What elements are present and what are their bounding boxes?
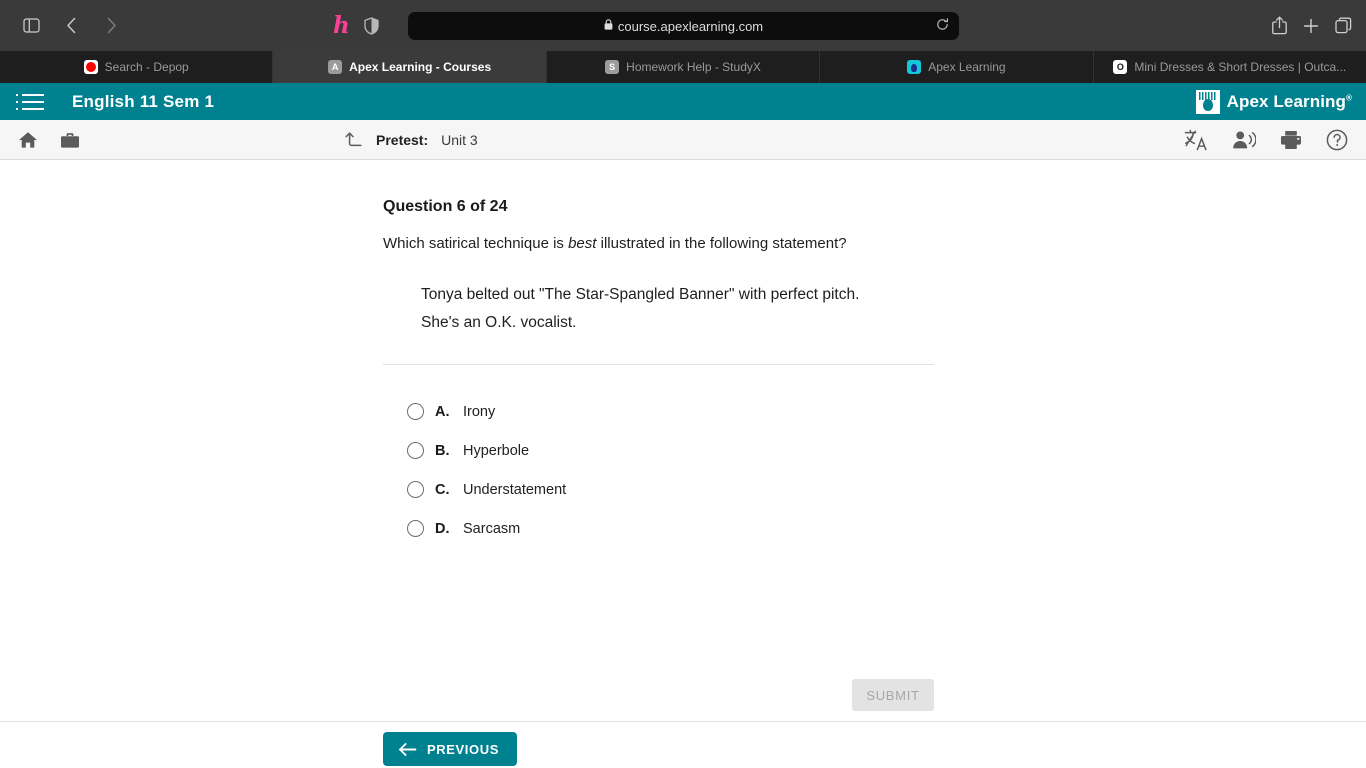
tab-strip: Search - Depop A Apex Learning - Courses…	[0, 51, 1366, 83]
browser-tab-1[interactable]: A Apex Learning - Courses	[273, 51, 547, 83]
question-stem-after: illustrated in the following statement?	[596, 235, 847, 252]
apexlogo-favicon-icon	[907, 60, 922, 74]
shield-extension-icon[interactable]	[364, 16, 379, 35]
option-text: Hyperbole	[463, 442, 530, 459]
answer-options-list: A. Irony B. Hyperbole C. Understatement …	[383, 392, 934, 548]
previous-button-label: PREVIOUS	[427, 741, 499, 757]
toolbar-left-actions	[18, 131, 80, 149]
browser-tab-3[interactable]: Apex Learning	[820, 51, 1094, 83]
breadcrumb: Pretest: Unit 3	[344, 131, 478, 148]
brand-trademark: ®	[1346, 92, 1352, 102]
previous-button[interactable]: PREVIOUS	[383, 732, 517, 766]
tab-label: Apex Learning - Courses	[349, 60, 492, 74]
toolbar-right-actions	[1184, 129, 1348, 151]
browser-toolbar: h course.apexlearning.com	[0, 0, 1366, 51]
sidebar-toggle-icon[interactable]	[14, 11, 48, 41]
apex-learning-logo: Apex Learning®	[1195, 89, 1352, 114]
browser-tab-0[interactable]: Search - Depop	[0, 51, 274, 83]
option-text: Irony	[463, 403, 496, 420]
question-quote: Tonya belted out "The Star-Spangled Bann…	[421, 286, 860, 331]
tab-label: Apex Learning	[928, 60, 1006, 74]
share-icon[interactable]	[1272, 11, 1287, 41]
question-stem-emphasis: best	[568, 235, 597, 252]
browser-tab-4[interactable]: O Mini Dresses & Short Dresses | Outca..…	[1094, 51, 1366, 83]
lock-icon	[604, 19, 613, 33]
arrow-left-icon	[398, 742, 417, 757]
studyx-favicon-icon: S	[605, 60, 620, 74]
read-aloud-icon[interactable]	[1232, 130, 1256, 150]
question-divider	[383, 364, 934, 366]
print-icon[interactable]	[1280, 130, 1302, 150]
apex-favicon-icon: A	[328, 60, 343, 74]
address-bar-url: course.apexlearning.com	[617, 18, 764, 34]
honey-extension-icon[interactable]: h	[333, 14, 350, 37]
outca-favicon-icon: O	[1113, 60, 1128, 74]
answer-option-a[interactable]: A. Irony	[383, 392, 934, 431]
depop-favicon-icon	[83, 60, 98, 74]
radio-button-c[interactable]	[407, 481, 424, 499]
browser-tab-2[interactable]: S Homework Help - StudyX	[547, 51, 821, 83]
question-stem-before: Which satirical technique is	[383, 235, 569, 252]
submit-row: SUBMIT	[383, 679, 934, 711]
option-text: Sarcasm	[463, 520, 521, 537]
tab-label: Search - Depop	[104, 60, 189, 74]
option-letter: C.	[435, 481, 450, 498]
tab-overview-icon[interactable]	[1335, 11, 1352, 41]
answer-option-d[interactable]: D. Sarcasm	[383, 509, 934, 548]
briefcase-icon[interactable]	[60, 131, 80, 149]
new-tab-icon[interactable]	[1303, 11, 1319, 41]
answer-option-b[interactable]: B. Hyperbole	[383, 431, 934, 470]
help-icon[interactable]	[1326, 129, 1348, 151]
extension-icons: h	[333, 14, 379, 37]
home-icon[interactable]	[18, 131, 38, 149]
course-toolbar: Pretest: Unit 3	[0, 120, 1366, 160]
apex-brand-mark-icon	[1195, 89, 1220, 114]
up-level-arrow-icon[interactable]	[344, 131, 363, 148]
tab-label: Mini Dresses & Short Dresses | Outca...	[1134, 60, 1347, 74]
option-letter: A.	[435, 403, 450, 420]
browser-right-actions	[1272, 11, 1352, 41]
hamburger-menu-icon[interactable]	[16, 93, 44, 110]
reload-icon[interactable]	[936, 18, 949, 34]
question-stem: Which satirical technique is best illust…	[383, 233, 934, 254]
answer-option-c[interactable]: C. Understatement	[383, 470, 934, 509]
back-icon[interactable]	[54, 11, 88, 41]
question-panel: Question 6 of 24 Which satirical techniq…	[383, 198, 934, 548]
breadcrumb-label: Pretest:	[376, 131, 429, 148]
brand-name: Apex Learning	[1226, 91, 1346, 111]
option-letter: B.	[435, 442, 450, 459]
radio-button-d[interactable]	[407, 520, 424, 538]
submit-button[interactable]: SUBMIT	[852, 679, 934, 711]
page-title: English 11 Sem 1	[72, 91, 215, 111]
address-bar[interactable]: course.apexlearning.com	[408, 12, 959, 40]
translate-icon[interactable]	[1184, 129, 1208, 151]
option-letter: D.	[435, 520, 450, 537]
forward-icon[interactable]	[94, 11, 128, 41]
radio-button-b[interactable]	[407, 442, 424, 460]
app-header: English 11 Sem 1 Apex Learning®	[0, 83, 1366, 120]
option-text: Understatement	[463, 481, 567, 498]
breadcrumb-value: Unit 3	[441, 131, 478, 148]
tab-label: Homework Help - StudyX	[626, 60, 761, 74]
navigation-footer: PREVIOUS	[0, 721, 1366, 768]
browser-nav-group	[14, 11, 128, 41]
question-content-area: Question 6 of 24 Which satirical techniq…	[0, 160, 1366, 721]
radio-button-a[interactable]	[407, 403, 424, 421]
question-number: Question 6 of 24	[383, 198, 508, 215]
